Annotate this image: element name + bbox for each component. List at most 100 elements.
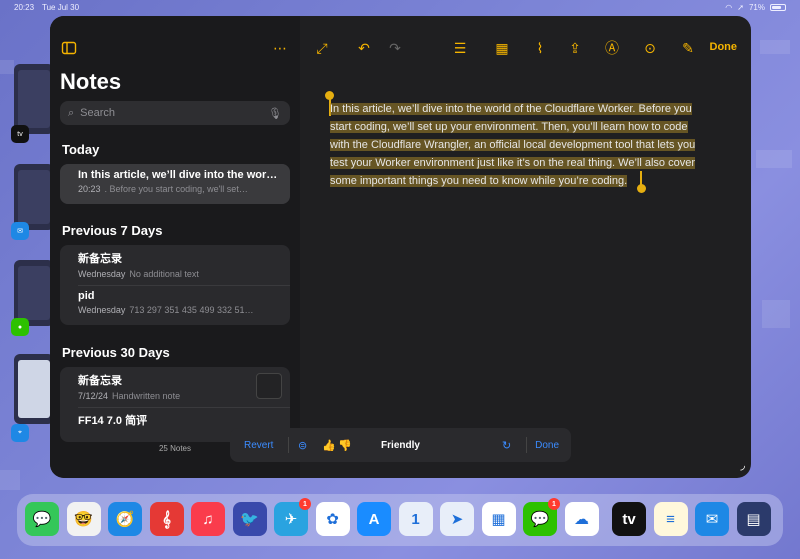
switcher-card-wechat[interactable] <box>14 260 54 326</box>
search-icon: ⌕ <box>68 106 75 119</box>
card-preview <box>18 360 50 418</box>
selected-text: with the Cloudflare Wrangler, an officia… <box>330 139 696 151</box>
selected-text: start coding, we’ll set up your environm… <box>330 121 688 133</box>
body-line: In this article, we’ll dive into the wor… <box>330 100 722 118</box>
1password-app-icon[interactable]: 1 <box>398 502 433 536</box>
note-subtitle: 7/12/24 Handwritten note <box>78 391 278 401</box>
checklist-icon[interactable]: ☰ <box>450 38 470 58</box>
notes-window: Notes ⌕ Search 🎙 Today In this article, … <box>50 16 751 478</box>
body-line: start coding, we’ll set up your environm… <box>330 118 722 136</box>
status-date: Tue Jul 30 <box>42 3 80 12</box>
tone-label: Friendly <box>381 439 420 451</box>
rewrite-icon[interactable]: ↻ <box>502 439 511 452</box>
search-field[interactable]: ⌕ Search 🎙 <box>60 101 290 125</box>
notes-app-icon[interactable]: ≡ <box>653 502 688 536</box>
wallpaper-tile <box>762 300 790 328</box>
safari-icon: ⌖ <box>11 424 29 442</box>
selected-text: some important things you need to know w… <box>330 175 628 187</box>
card-preview <box>18 70 50 128</box>
attachment-icon[interactable]: ⌇ <box>530 38 550 58</box>
note-preview: No additional text <box>129 269 199 279</box>
markup-icon[interactable]: Ⓐ <box>602 38 622 58</box>
memoji-app-icon[interactable]: 🤓 <box>66 502 101 536</box>
search-input[interactable]: Search <box>80 107 268 119</box>
selected-text: test your Worker environment just like i… <box>330 157 695 169</box>
note-title: In this article, we’ll dive into the wor… <box>78 169 278 181</box>
wallpaper-tile <box>0 60 14 74</box>
body-line: test your Worker environment just like i… <box>330 154 722 172</box>
section-header-30days: Previous 30 Days <box>62 345 170 360</box>
switcher-card-tv[interactable] <box>14 64 54 134</box>
share-icon[interactable]: ⇪ <box>565 38 585 58</box>
wallpaper-tile <box>0 470 20 490</box>
note-item[interactable]: 新备忘录 7/12/24 Handwritten note <box>60 367 290 407</box>
battery-icon <box>770 4 786 11</box>
body-line: with the Cloudflare Wrangler, an officia… <box>330 136 722 154</box>
note-item[interactable]: pid Wednesday 713 297 351 435 499 332 51… <box>60 285 290 325</box>
note-subtitle: Wednesday 713 297 351 435 499 332 51… <box>78 305 278 315</box>
switcher-card-mail[interactable] <box>14 164 54 230</box>
done-button[interactable]: Done <box>710 41 738 53</box>
note-item[interactable]: In this article, we’ll dive into the wor… <box>60 164 290 204</box>
photos-app-icon[interactable]: ✿ <box>315 502 350 536</box>
battery-fill <box>772 6 781 9</box>
card-preview <box>18 266 50 320</box>
section-header-7days: Previous 7 Days <box>62 223 163 238</box>
note-date: 7/12/24 <box>78 391 109 401</box>
mail-icon: ✉ <box>11 222 29 240</box>
microphone-icon[interactable]: 🎙 <box>268 107 282 120</box>
redo-icon[interactable]: ↷ <box>385 38 405 58</box>
note-subtitle: 20:23. Before you start coding, we'll se… <box>78 184 278 194</box>
calendar-grid-app-icon[interactable]: ▦ <box>481 502 516 536</box>
folder-app-icon[interactable]: ▤ <box>736 502 771 536</box>
mail-app-icon[interactable]: ✉ <box>695 502 729 536</box>
switcher-card-safari[interactable] <box>14 354 54 424</box>
body-line: some important things you need to know w… <box>330 172 722 190</box>
wifi-icon: ◠ <box>725 3 733 12</box>
spark-app-icon[interactable]: ➤ <box>440 502 474 536</box>
expand-icon[interactable]: ⤢ <box>312 38 332 58</box>
wechat-icon: ● <box>11 318 29 336</box>
note-body[interactable]: In this article, we’ll dive into the wor… <box>330 100 722 190</box>
wechat-app-icon[interactable]: 💬 1 <box>523 498 560 536</box>
table-icon[interactable]: ▦ <box>492 38 512 58</box>
note-group-today: In this article, we’ll dive into the wor… <box>60 164 290 204</box>
sidebar-toggle-icon[interactable] <box>59 38 79 58</box>
compose-icon[interactable]: ✎ <box>678 38 698 58</box>
note-preview: . Before you start coding, we'll set… <box>104 184 248 194</box>
selection-end-handle[interactable] <box>637 184 646 193</box>
score-app-icon[interactable]: 𝄞 <box>149 502 184 536</box>
note-date: Wednesday <box>78 305 126 315</box>
wallpaper-tile <box>760 40 790 54</box>
writing-tools-done-button[interactable]: Done <box>535 440 559 451</box>
notification-badge: 1 <box>548 498 560 510</box>
resize-corner-icon[interactable]: ◞ <box>740 458 745 472</box>
note-preview: Handwritten note <box>112 391 181 401</box>
more-options-icon[interactable]: ⋯ <box>270 38 290 58</box>
messages-app-icon[interactable]: 💬 <box>25 502 59 536</box>
note-group-7days: 新备忘录 Wednesday No additional text pid Wed… <box>60 245 290 325</box>
card-preview <box>18 170 50 224</box>
note-item[interactable]: 新备忘录 Wednesday No additional text <box>60 245 290 285</box>
note-date: Wednesday <box>78 269 126 279</box>
notification-badge: 1 <box>299 498 311 510</box>
undo-icon[interactable]: ↶ <box>354 38 374 58</box>
more-circle-icon[interactable]: ⊙ <box>640 38 660 58</box>
weather-cloud-app-icon[interactable]: ☁ <box>564 502 599 536</box>
dock: 💬 🤓 🧭 𝄞 ♫ 🐦 ✈ 1 ✿ A 1 ➤ ▦ 💬 1 ☁ tv ≡ ✉ ▤ <box>17 494 783 546</box>
writing-tools-bar: Revert ⊜ 👍 👎 Friendly ↻ Done <box>230 428 571 462</box>
note-title: FF14 7.0 简评 <box>78 415 148 427</box>
notes-sidebar: Notes ⌕ Search 🎙 Today In this article, … <box>50 16 300 478</box>
music-app-icon[interactable]: ♫ <box>191 502 225 536</box>
status-right: ◠ ➚ 71% <box>725 3 786 12</box>
apple-tv-app-icon[interactable]: tv <box>612 502 646 536</box>
note-title: 新备忘录 <box>78 375 122 387</box>
location-icon: ➚ <box>737 3 744 12</box>
note-date: 20:23 <box>78 184 101 194</box>
safari-app-icon[interactable]: 🧭 <box>108 502 142 536</box>
app-store-app-icon[interactable]: A <box>357 502 391 536</box>
bird-game-app-icon[interactable]: 🐦 <box>232 502 267 536</box>
note-title: 新备忘录 <box>78 253 122 265</box>
telegram-app-icon[interactable]: ✈ 1 <box>274 498 311 536</box>
selected-text: In this article, we’ll dive into the wor… <box>330 103 692 115</box>
